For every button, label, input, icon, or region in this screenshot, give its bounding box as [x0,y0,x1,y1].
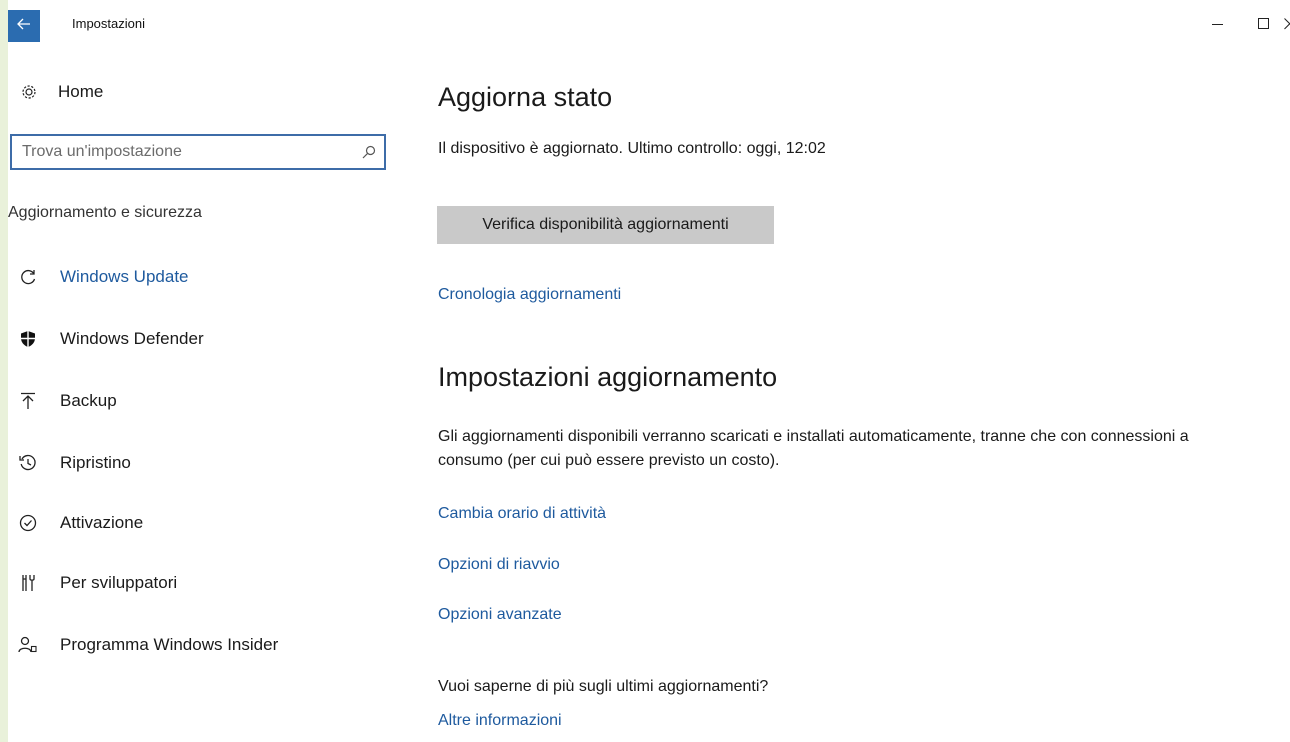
status-heading: Aggiorna stato [438,82,613,112]
title-bar: Impostazioni [8,0,1290,42]
sidebar-item-ripristino[interactable]: Ripristino [18,450,131,476]
sidebar-home-label: Home [58,82,104,101]
sidebar-item-per-sviluppatori[interactable]: Per sviluppatori [18,570,177,596]
minimize-button[interactable] [1198,14,1238,38]
advanced-options-link[interactable]: Opzioni avanzate [438,606,562,624]
check-circle-icon [18,513,38,533]
search-field[interactable] [10,134,386,170]
sync-icon [18,267,38,287]
back-button[interactable] [8,10,40,42]
history-icon [18,453,38,473]
update-history-link[interactable]: Cronologia aggiornamenti [438,286,621,304]
search-button[interactable] [354,145,384,159]
search-icon [362,145,376,159]
tools-icon [18,573,38,593]
sidebar-item-windows-defender[interactable]: Windows Defender [18,326,204,352]
check-updates-button[interactable]: Verifica disponibilità aggiornamenti [437,206,774,244]
sidebar-item-attivazione[interactable]: Attivazione [18,510,143,536]
upload-icon [18,391,38,411]
window-title: Impostazioni [72,16,145,31]
close-button[interactable] [1270,14,1290,38]
sidebar-item-label: Windows Update [60,267,189,286]
sidebar-item-label: Ripristino [60,453,131,472]
shield-icon [18,329,38,349]
settings-heading: Impostazioni aggiornamento [438,362,778,392]
restart-options-link[interactable]: Opzioni di riavvio [438,556,560,574]
sidebar-item-windows-insider[interactable]: Programma Windows Insider [18,632,278,658]
sidebar-section-title: Aggiornamento e sicurezza [8,204,202,221]
more-info-link[interactable]: Altre informazioni [438,712,562,730]
back-arrow-icon [17,17,31,35]
sidebar-item-backup[interactable]: Backup [18,388,117,414]
sidebar-item-label: Per sviluppatori [60,573,178,592]
maximize-icon [1258,17,1270,35]
active-hours-link[interactable]: Cambia orario di attività [438,505,606,523]
gear-icon [20,83,38,101]
settings-description: Gli aggiornamenti disponibili verranno s… [438,428,1189,469]
status-text: Il dispositivo è aggiornato. Ultimo cont… [438,140,826,157]
more-info-question: Vuoi saperne di più sugli ultimi aggiorn… [438,678,769,695]
sidebar-item-label: Programma Windows Insider [60,635,279,654]
settings-window: Impostazioni Home Trova un'impostazione … [8,0,1290,742]
insider-person-icon [18,635,38,655]
minimize-icon [1212,17,1224,35]
search-input[interactable] [12,136,354,168]
sidebar-item-label: Windows Defender [60,329,204,348]
close-icon [1284,17,1290,35]
sidebar-item-windows-update[interactable]: Windows Update [18,264,189,290]
sidebar-item-label: Backup [60,391,117,410]
sidebar-home[interactable]: Home [20,80,103,104]
sidebar-item-label: Attivazione [60,513,144,532]
